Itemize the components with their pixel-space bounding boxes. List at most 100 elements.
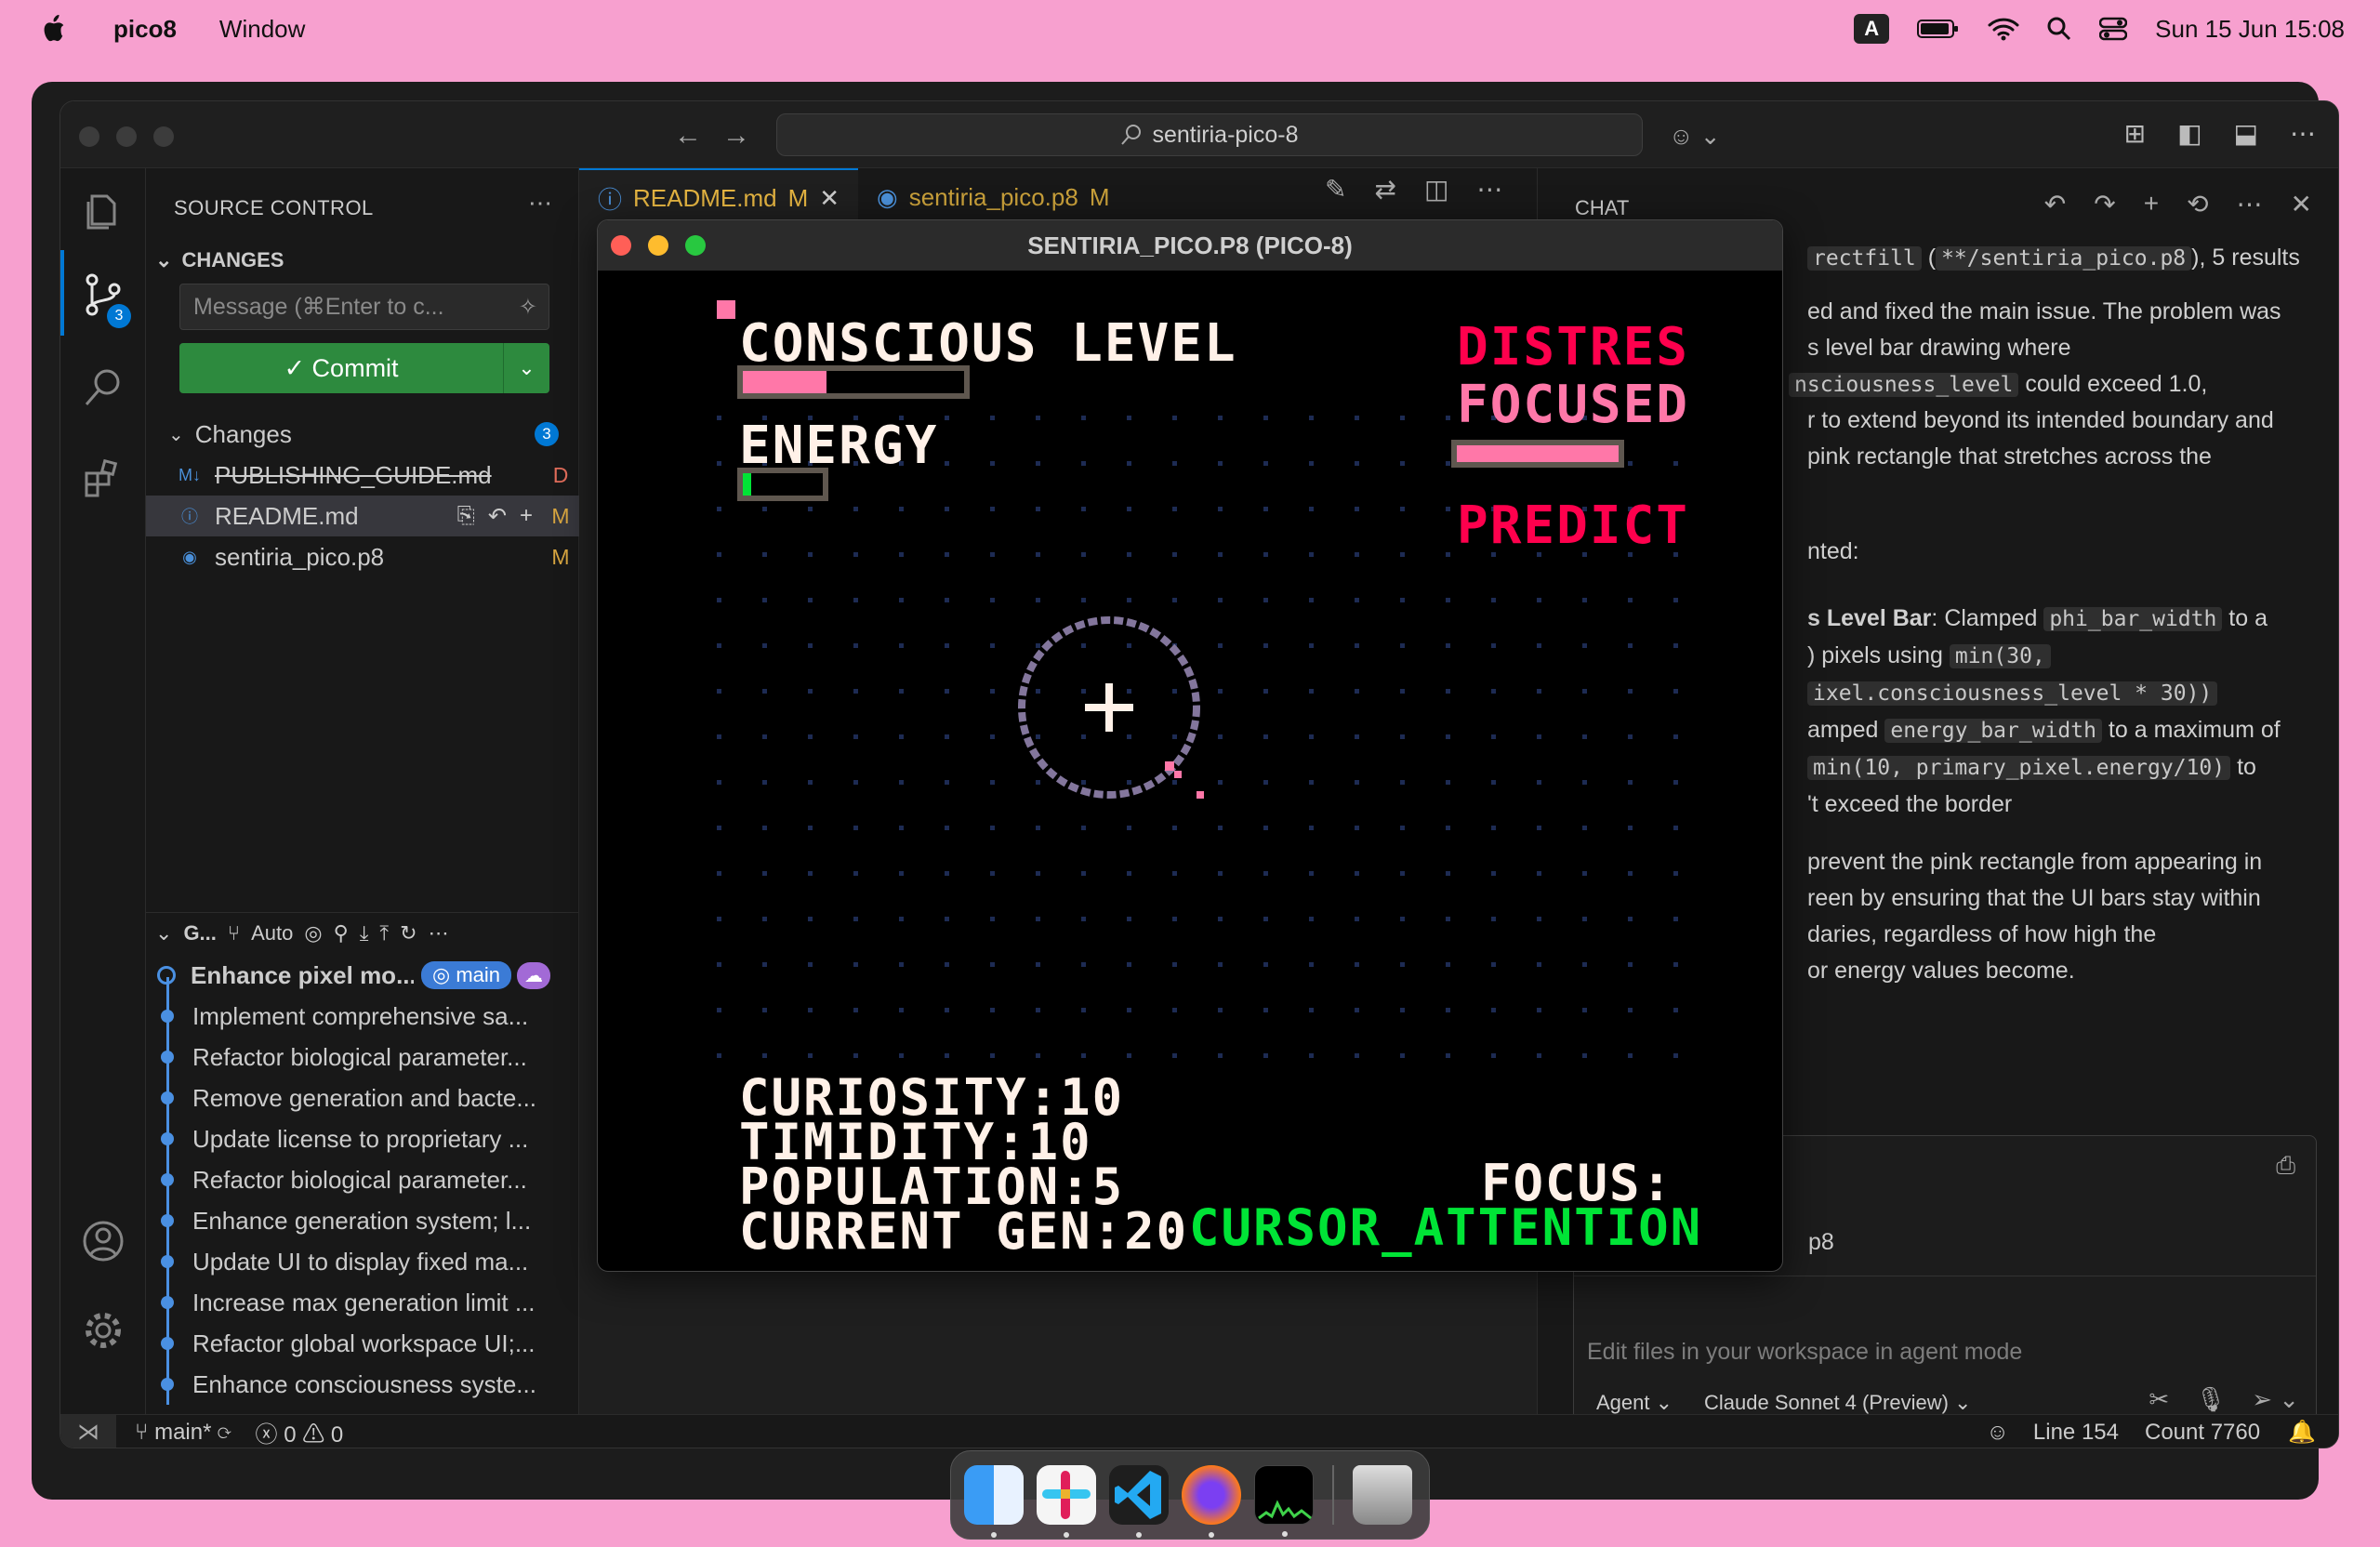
commit-dot: [161, 1214, 174, 1227]
commit-row[interactable]: Refactor biological parameter...: [146, 1037, 579, 1078]
notifications-bell-icon[interactable]: 🔔: [2288, 1419, 2316, 1446]
fetch-icon[interactable]: ⚲: [334, 921, 349, 945]
more-icon[interactable]: ⋯: [429, 921, 449, 945]
commit-row[interactable]: Increase max generation limit ...: [146, 1282, 579, 1323]
remote-indicator-icon[interactable]: ⋊: [60, 1414, 116, 1448]
customize-layout-icon[interactable]: ⊞: [2124, 118, 2146, 149]
more-actions-icon[interactable]: ⋯: [1476, 174, 1502, 205]
commit-row[interactable]: Remove generation and bacte...: [146, 1078, 579, 1118]
menubar-clock[interactable]: Sun 15 Jun 15:08: [2155, 15, 2345, 44]
input-source-icon[interactable]: A: [1854, 14, 1890, 44]
back-arrow-icon[interactable]: ←: [674, 120, 702, 152]
stage-changes-icon[interactable]: +: [520, 503, 533, 530]
attached-file[interactable]: p8: [1808, 1229, 1834, 1256]
command-center-search[interactable]: sentiria-pico-8: [776, 113, 1643, 156]
commit-row[interactable]: Enhance consciousness syste...: [146, 1364, 579, 1405]
pico8-window[interactable]: SENTIRIA_PICO.P8 (PICO-8) CONSCIOUS LEVE…: [597, 219, 1783, 1272]
discard-changes-icon[interactable]: ↶: [488, 503, 507, 530]
trash-icon[interactable]: [1353, 1465, 1412, 1525]
commit-dropdown-chevron-icon[interactable]: ⌄: [503, 343, 549, 393]
close-window-button[interactable]: [79, 126, 99, 147]
finder-icon[interactable]: [964, 1465, 1024, 1538]
close-tab-icon[interactable]: ✕: [819, 184, 840, 213]
slack-icon[interactable]: [1037, 1465, 1096, 1538]
tab-sentiria-pico[interactable]: ◉ sentiria_pico.p8 M: [858, 168, 1128, 226]
history-icon[interactable]: ⟲: [2187, 189, 2208, 219]
forward-arrow-icon[interactable]: →: [722, 120, 750, 152]
microphone-icon[interactable]: 🎙: [2195, 1385, 2226, 1414]
commit-row[interactable]: Update license to proprietary ...: [146, 1118, 579, 1159]
file-row-readme[interactable]: ⓘ README.md ⎘ ↶ + M: [146, 496, 579, 536]
apple-icon[interactable]: [39, 14, 67, 44]
push-icon[interactable]: ⤒: [379, 921, 389, 945]
commit-message: Remove generation and bacte...: [192, 1083, 537, 1112]
menu-window[interactable]: Window: [219, 15, 305, 44]
minimize-window-button[interactable]: [116, 126, 137, 147]
file-row-publishing-guide[interactable]: M↓ PUBLISHING_GUIDE.md D: [146, 455, 579, 496]
more-icon[interactable]: ⋯: [2237, 189, 2263, 219]
grid-dot: [853, 1053, 858, 1058]
agent-mode-dropdown[interactable]: Agent ⌄: [1596, 1391, 1673, 1415]
grid-dot: [1218, 1053, 1223, 1058]
grid-dot: [1036, 1008, 1040, 1012]
app-menu-pico8[interactable]: pico8: [113, 15, 177, 44]
commit-row-head[interactable]: Enhance pixel mo... ◎ main ☁: [146, 955, 579, 996]
new-chat-icon[interactable]: +: [2144, 189, 2159, 219]
attach-context-icon[interactable]: ⎙: [2276, 1151, 2295, 1181]
target-icon[interactable]: ◎: [304, 921, 322, 945]
copilot-status-icon[interactable]: ☺: [1986, 1420, 2009, 1446]
grid-dot: [1628, 643, 1633, 648]
sidebar-more-icon[interactable]: ⋯: [528, 189, 552, 218]
problems-status[interactable]: ⓧ 0 ⚠ 0: [256, 1416, 344, 1448]
commit-message-input[interactable]: Message (⌘Enter to c... ✧: [179, 284, 549, 330]
graph-auto-label[interactable]: Auto: [251, 921, 293, 945]
grid-dot: [1172, 962, 1177, 967]
send-icon[interactable]: ➢ ⌄: [2252, 1385, 2299, 1414]
commit-row[interactable]: Refactor global workspace UI;...: [146, 1323, 579, 1364]
grid-dot: [1628, 734, 1633, 739]
commit-row[interactable]: Enhance generation system; l...: [146, 1200, 579, 1241]
model-picker-dropdown[interactable]: Claude Sonnet 4 (Preview) ⌄: [1704, 1391, 1971, 1415]
account-icon[interactable]: [79, 1217, 127, 1265]
spotlight-search-icon[interactable]: [2047, 17, 2071, 41]
compare-changes-icon[interactable]: ⇄: [1374, 174, 1395, 205]
firefox-icon[interactable]: [1182, 1465, 1241, 1538]
wifi-icon[interactable]: [1988, 17, 2019, 41]
tab-readme[interactable]: ⓘ README.md M ✕: [579, 168, 858, 226]
graph-section-header[interactable]: ⌄ G... ⑂ Auto ◎ ⚲ ⤓ ⤒ ↻ ⋯: [146, 912, 579, 953]
commit-button[interactable]: ✓ Commit ⌄: [179, 343, 549, 393]
branch-status[interactable]: ⑂ main* ⟳: [135, 1420, 231, 1446]
more-actions-icon[interactable]: ⋯: [2290, 118, 2316, 149]
settings-gear-icon[interactable]: [79, 1306, 127, 1355]
split-editor-icon[interactable]: ◫: [1424, 174, 1448, 205]
changes-section-header[interactable]: ⌄ CHANGES: [155, 248, 284, 272]
control-center-icon[interactable]: [2099, 17, 2128, 41]
edit-pencil-icon[interactable]: ✎: [1325, 174, 1346, 205]
undo-icon[interactable]: ↶: [2044, 189, 2066, 219]
explorer-icon[interactable]: [79, 187, 127, 235]
pull-icon[interactable]: ⤓: [360, 921, 369, 945]
copilot-icon[interactable]: ☺ ⌄: [1669, 122, 1721, 151]
close-panel-icon[interactable]: ✕: [2291, 189, 2312, 219]
refresh-icon[interactable]: ↻: [400, 921, 416, 945]
open-file-icon[interactable]: ⎘: [457, 503, 475, 530]
extensions-icon[interactable]: [79, 455, 127, 503]
sparkle-icon[interactable]: ✧: [519, 294, 537, 321]
scm-badge: 3: [107, 304, 131, 328]
commit-row[interactable]: Refactor biological parameter...: [146, 1159, 579, 1200]
zoom-window-button[interactable]: [153, 126, 174, 147]
redo-icon[interactable]: ↷: [2094, 189, 2115, 219]
cursor-position[interactable]: Line 154: [2033, 1420, 2119, 1446]
tools-icon[interactable]: ✂: [2149, 1385, 2169, 1414]
commit-row[interactable]: Implement comprehensive sa...: [146, 996, 579, 1037]
changes-group[interactable]: ⌄ Changes 3: [146, 414, 579, 455]
battery-icon[interactable]: [1917, 18, 1960, 40]
commit-row[interactable]: Update UI to display fixed ma...: [146, 1241, 579, 1282]
file-row-sentiria-pico[interactable]: ◉ sentiria_pico.p8 M: [146, 536, 579, 577]
word-count[interactable]: Count 7760: [2145, 1420, 2260, 1446]
vscode-icon[interactable]: [1109, 1465, 1169, 1538]
search-icon[interactable]: [79, 364, 127, 412]
toggle-sidebar-icon[interactable]: ◧: [2177, 118, 2202, 149]
activity-monitor-icon[interactable]: [1254, 1465, 1314, 1537]
toggle-panel-icon[interactable]: ⬓: [2234, 118, 2258, 149]
